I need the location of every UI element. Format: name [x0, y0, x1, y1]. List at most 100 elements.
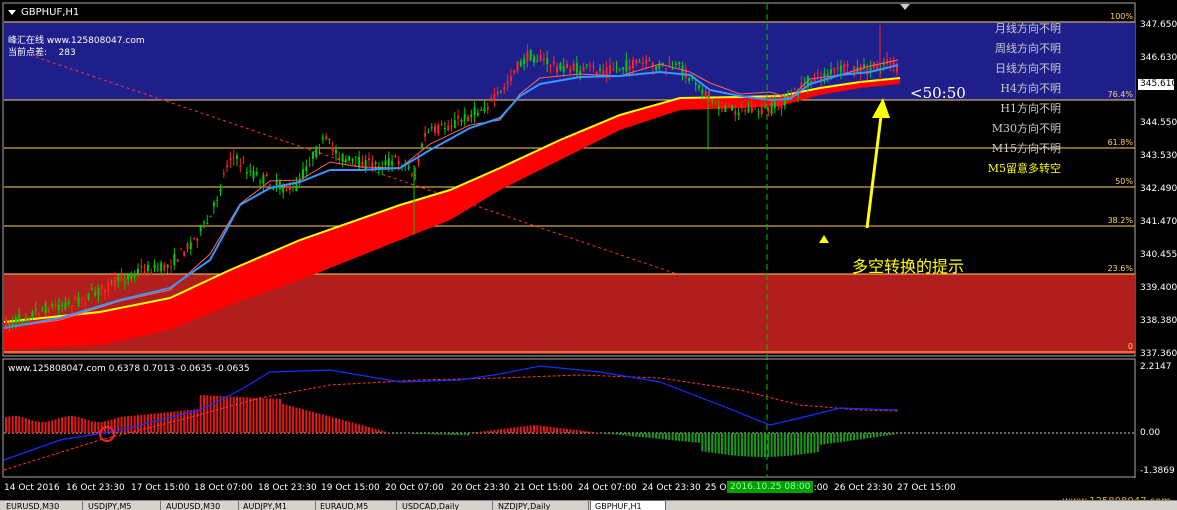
histogram-bar — [757, 433, 760, 457]
histogram-bar — [278, 398, 281, 433]
candle-body — [100, 284, 103, 290]
chart-tab[interactable]: AUDUSD,M30 — [162, 501, 239, 510]
candle-body — [130, 273, 133, 279]
histogram-bar — [575, 430, 578, 433]
chart-tab[interactable]: GBPHUF,H1 — [590, 500, 666, 510]
candle-body — [655, 66, 658, 71]
chart-tab[interactable]: AUDJPY,M1 — [239, 501, 316, 510]
candle-body — [216, 199, 219, 201]
histogram-bar — [820, 433, 823, 445]
fib-label: 23.6% — [1107, 264, 1133, 273]
candle-body — [632, 59, 634, 69]
histogram-bar — [658, 433, 661, 439]
candle-body — [846, 64, 849, 67]
candle-body — [285, 190, 288, 192]
candle-body — [354, 156, 357, 158]
fib-label: 0 — [1127, 342, 1133, 351]
oscillator-main-line — [3, 365, 899, 461]
price-tick: 340.455 — [1140, 250, 1177, 260]
candle-body — [341, 153, 344, 162]
candle-body — [486, 107, 489, 110]
histogram-bar — [500, 429, 502, 433]
candle-body — [232, 157, 235, 159]
chart-tab[interactable]: USDCAD,Daily — [398, 501, 493, 510]
histogram-bar — [460, 433, 463, 436]
histogram-bar — [787, 433, 790, 456]
histogram-bar — [344, 420, 347, 433]
histogram-bar — [678, 433, 681, 441]
candle-body — [113, 277, 116, 286]
candle-body — [523, 58, 526, 65]
symbol-label[interactable]: GBPHUF,H1 — [8, 7, 79, 18]
candle-body — [612, 68, 615, 70]
candle-body — [150, 272, 153, 275]
candle-body — [384, 160, 387, 166]
candle-body — [889, 63, 892, 65]
dropdown-icon[interactable] — [8, 9, 16, 15]
candle-body — [628, 66, 631, 70]
candle-body — [199, 226, 202, 232]
oscillator-tick: 0.00 — [1140, 428, 1161, 438]
price-tick: 337.360 — [1140, 349, 1177, 359]
candle-body — [44, 303, 47, 314]
candle-body — [387, 158, 390, 167]
candle-body — [737, 112, 740, 116]
histogram-bar — [523, 426, 526, 433]
candle-body — [668, 61, 671, 63]
histogram-bar — [882, 433, 885, 437]
candle-body — [519, 60, 522, 67]
histogram-bar — [536, 425, 539, 433]
histogram-bar — [589, 431, 592, 433]
candle-body — [552, 61, 555, 64]
histogram-bar — [94, 421, 97, 433]
candle-body — [747, 108, 750, 113]
histogram-bar — [836, 433, 839, 443]
candle-body — [589, 64, 592, 67]
candle-body — [143, 271, 146, 275]
histogram-bar — [414, 433, 417, 434]
histogram-bar — [331, 417, 334, 433]
candle-body — [156, 268, 159, 270]
candle-body — [575, 63, 578, 73]
histogram-bar — [328, 416, 331, 433]
candle-body — [447, 125, 450, 131]
histogram-bar — [711, 433, 714, 453]
chart-tab[interactable]: USDJPY,M5 — [84, 501, 161, 510]
histogram-bar — [44, 421, 47, 433]
price-tick: 347.650 — [1140, 20, 1177, 30]
candle-body — [394, 155, 397, 158]
trading-terminal: GBPHUF,H1 峰汇在线 www.125808047.com 当前点差: 2… — [0, 0, 1177, 510]
candle-body — [80, 298, 83, 301]
candle-body — [242, 162, 245, 164]
histogram-bar — [833, 433, 836, 443]
oscillator-title: www.125808047.com 0.6378 0.7013 -0.0635 … — [8, 364, 250, 374]
chart-tab[interactable]: EURAUD,M5 — [316, 501, 397, 510]
histogram-bar — [123, 416, 126, 433]
time-tick: 25 O — [705, 483, 727, 493]
candle-body — [546, 58, 549, 65]
histogram-bar — [80, 418, 83, 433]
histogram-bar — [813, 433, 816, 453]
candle-body — [374, 162, 377, 165]
chart-tab[interactable]: NZDJPY,Daily — [494, 501, 589, 510]
hint-text: 多空转换的提示 — [852, 257, 965, 276]
chart-shift-marker[interactable] — [900, 4, 910, 10]
candle-body — [325, 136, 328, 139]
candle-body — [397, 161, 400, 165]
candle-body — [262, 174, 265, 184]
candle-body — [107, 282, 110, 292]
candle-body — [473, 107, 476, 115]
time-tick: 17 Oct 15:00 — [131, 483, 190, 493]
candle-body — [833, 68, 836, 71]
candle-body — [282, 187, 285, 193]
histogram-bar — [674, 433, 677, 441]
histogram-bar — [262, 398, 265, 433]
histogram-bar — [496, 429, 499, 433]
histogram-bar — [764, 433, 766, 457]
histogram-bar — [374, 428, 377, 433]
price-chart[interactable] — [0, 0, 1177, 510]
chart-tab[interactable]: EURUSD,M30 — [2, 501, 83, 510]
candle-body — [688, 78, 691, 81]
candle-body — [84, 302, 87, 304]
candle-body — [764, 106, 766, 109]
